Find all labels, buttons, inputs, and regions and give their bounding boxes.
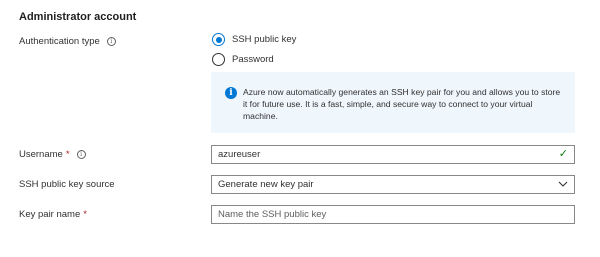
radio-ssh-label: SSH public key [232, 34, 297, 45]
auth-type-label: Authentication type [19, 36, 100, 47]
chevron-down-icon [558, 181, 568, 187]
info-message-box: i Azure now automatically generates an S… [211, 72, 575, 133]
username-value: azureuser [218, 149, 261, 160]
info-filled-icon: i [225, 87, 237, 99]
ssh-source-label-row: SSH public key source [19, 179, 115, 190]
key-pair-name-label: Key pair name [19, 209, 81, 220]
key-pair-name-label-row: Key pair name * [19, 209, 87, 220]
auth-type-label-row: Authentication type i [19, 36, 116, 47]
valid-check-icon: ✓ [558, 148, 568, 160]
required-indicator: * [83, 209, 87, 220]
info-icon[interactable]: i [76, 150, 86, 159]
key-pair-name-placeholder: Name the SSH public key [218, 209, 327, 220]
radio-password[interactable]: Password [212, 53, 274, 66]
info-message-text: Azure now automatically generates an SSH… [243, 87, 561, 121]
username-label: Username [19, 149, 63, 160]
radio-button[interactable] [212, 53, 225, 66]
ssh-source-label: SSH public key source [19, 179, 115, 190]
radio-password-label: Password [232, 54, 274, 65]
username-input[interactable]: azureuser ✓ [211, 145, 575, 164]
key-pair-name-input[interactable]: Name the SSH public key [211, 205, 575, 224]
radio-button-selected[interactable] [212, 33, 225, 46]
ssh-source-dropdown[interactable]: Generate new key pair [211, 175, 575, 194]
ssh-source-value: Generate new key pair [218, 179, 314, 190]
username-label-row: Username * i [19, 149, 86, 160]
section-title: Administrator account [19, 11, 137, 23]
info-icon[interactable]: i [106, 37, 116, 46]
required-indicator: * [65, 149, 70, 160]
radio-ssh-public-key[interactable]: SSH public key [212, 33, 296, 46]
